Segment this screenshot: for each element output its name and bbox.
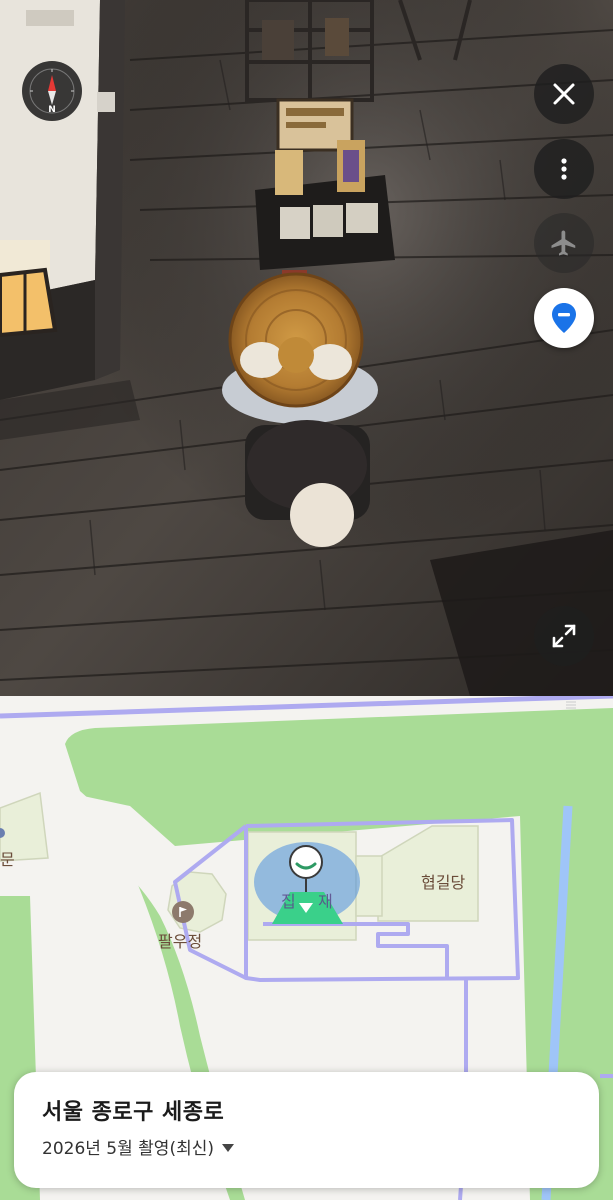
more-options-button[interactable] (534, 139, 594, 199)
airplane-icon (551, 230, 576, 256)
panorama-image (0, 0, 613, 696)
map-label-palujeong[interactable]: 팔우정 (158, 928, 202, 952)
location-pin-icon (552, 303, 576, 333)
compass[interactable]: N (22, 61, 82, 121)
close-button[interactable] (534, 64, 594, 124)
map-label-current-partial: 집 (281, 892, 296, 911)
dropdown-arrow-icon (222, 1143, 234, 1152)
location-pin-button[interactable] (534, 288, 594, 348)
close-icon (553, 83, 575, 105)
compass-north-label: N (48, 105, 56, 115)
landmark-pin[interactable] (172, 901, 194, 923)
street-view-panorama[interactable]: N (0, 0, 613, 696)
expand-button[interactable] (534, 606, 594, 666)
aerial-view-button[interactable] (534, 213, 594, 273)
expand-icon (552, 624, 576, 648)
drag-handle-icon[interactable] (566, 700, 576, 710)
capture-date-selector[interactable]: 2026년 5월 촬영(최신) (42, 1134, 234, 1159)
capture-date-label: 2026년 5월 촬영(최신) (42, 1139, 214, 1159)
location-title: 서울 종로구 세종로 (42, 1100, 225, 1125)
more-vertical-icon (561, 158, 567, 180)
map-label-gate-partial[interactable]: 문 (0, 846, 15, 870)
location-info-card[interactable]: 서울 종로구 세종로 2026년 5월 촬영(최신) (14, 1072, 599, 1188)
flag-icon (179, 907, 187, 917)
map-label-current-suffix: 재 (318, 892, 333, 911)
map-label-hyeopgildang[interactable]: 협길당 (421, 869, 465, 893)
